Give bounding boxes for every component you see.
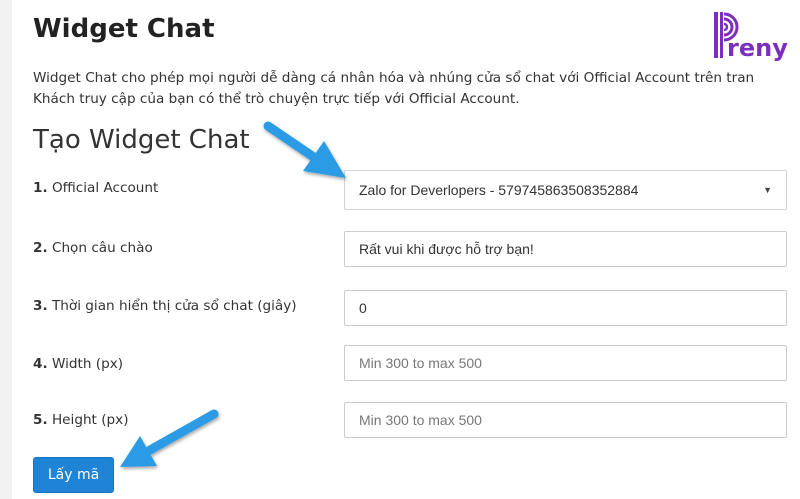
preny-logo: reny: [712, 8, 792, 62]
field-number: 4.: [33, 356, 48, 372]
get-code-button[interactable]: Lấy mã: [33, 457, 114, 493]
field-label-height: 5. Height (px): [33, 412, 129, 428]
field-label-text: Height (px): [51, 412, 129, 428]
width-field-box: [344, 345, 787, 381]
field-label-width: 4. Width (px): [33, 356, 123, 372]
field-label-text: Chọn câu chào: [51, 240, 153, 256]
arrow-icon-top: [263, 121, 346, 178]
intro-line-1: Widget Chat cho phép mọi người dễ dàng c…: [33, 70, 755, 86]
arrow-icon-bottom: [120, 409, 219, 467]
width-input[interactable]: [359, 355, 772, 371]
official-account-value: Zalo for Deverlopers - 57974586350835288…: [359, 182, 639, 198]
field-label-text: Official Account: [51, 180, 159, 196]
field-number: 1.: [33, 180, 48, 196]
field-label-display-time: 3. Thời gian hiển thị cửa sổ chat (giây): [33, 298, 297, 314]
greeting-field-box: [344, 231, 787, 267]
form-title: Tạo Widget Chat: [33, 125, 250, 155]
intro-line-2: Khách truy cập của bạn có thể trò chuyện…: [33, 91, 520, 107]
field-label-text: Width (px): [51, 356, 124, 372]
field-label-official-account: 1. Official Account: [33, 180, 158, 196]
page-left-strip: [0, 0, 12, 499]
height-field-box: [344, 402, 787, 438]
chevron-down-icon: ▼: [763, 185, 772, 195]
logo-icon: reny: [714, 12, 788, 62]
logo-text: reny: [727, 34, 788, 62]
field-number: 3.: [33, 298, 48, 314]
greeting-input[interactable]: [359, 241, 772, 257]
field-label-greeting: 2. Chọn câu chào: [33, 240, 153, 256]
field-number: 5.: [33, 412, 48, 428]
intro-text: Widget Chat cho phép mọi người dễ dàng c…: [33, 68, 800, 110]
display-time-input[interactable]: [359, 300, 772, 316]
field-number: 2.: [33, 240, 48, 256]
official-account-select[interactable]: Zalo for Deverlopers - 57974586350835288…: [344, 170, 787, 210]
height-input[interactable]: [359, 412, 772, 428]
field-label-text: Thời gian hiển thị cửa sổ chat (giây): [51, 298, 297, 314]
page-title: Widget Chat: [33, 14, 215, 44]
display-time-field-box: [344, 290, 787, 326]
